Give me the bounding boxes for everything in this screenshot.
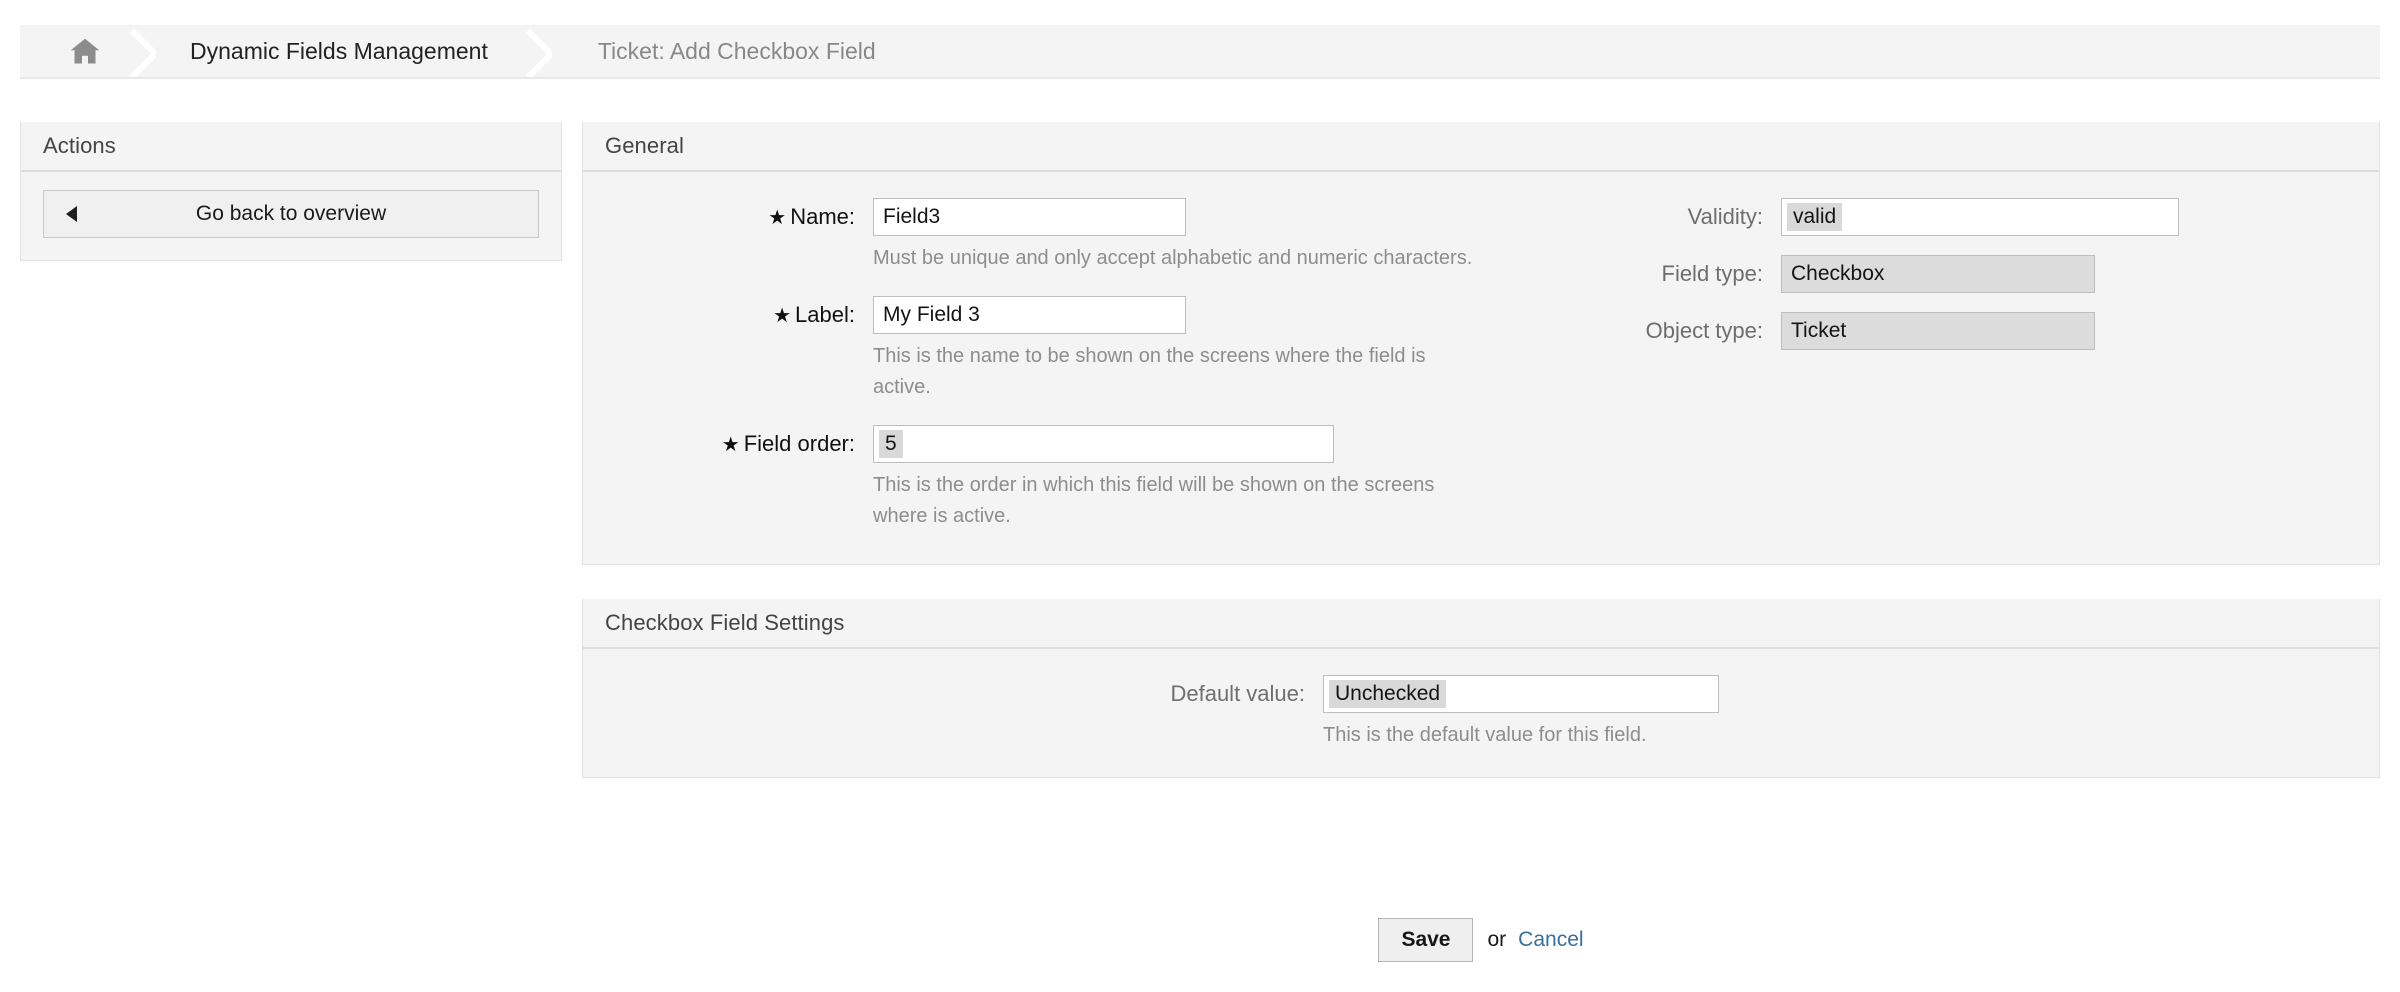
field-row-name: ★Name: Field3 Must be unique and only ac… (583, 198, 1481, 274)
object-type-label: Object type: (1481, 312, 1781, 350)
general-widget: General ★Name: Field3 Must be unique and… (582, 122, 2380, 565)
go-back-to-overview-button[interactable]: Go back to overview (43, 190, 539, 238)
field-row-validity: Validity: valid (1481, 198, 2379, 236)
required-star-icon: ★ (722, 426, 740, 464)
validity-selected-value: valid (1787, 203, 1842, 231)
general-widget-body: ★Name: Field3 Must be unique and only ac… (583, 172, 2379, 564)
main-content: General ★Name: Field3 Must be unique and… (582, 122, 2380, 812)
checkbox-field-settings-widget: Checkbox Field Settings Default value: U… (582, 599, 2380, 778)
form-footer: Save or Cancel (582, 918, 2380, 962)
checkbox-settings-body: Default value: Unchecked This is the def… (583, 649, 2379, 777)
breadcrumb-label: Dynamic Fields Management (190, 38, 488, 65)
label-label-text: Label: (795, 302, 855, 327)
required-star-icon: ★ (768, 199, 786, 237)
label-label: ★Label: (583, 296, 873, 335)
breadcrumb-separator-1 (118, 25, 156, 77)
home-icon (70, 37, 100, 65)
default-value-explanation: This is the default value for this field… (1323, 720, 1923, 751)
actions-widget-header: Actions (21, 122, 561, 172)
breadcrumb-item-current: Ticket: Add Checkbox Field (552, 25, 902, 77)
checkbox-settings-header: Checkbox Field Settings (583, 599, 2379, 649)
field-row-field-type: Field type: Checkbox (1481, 255, 2379, 293)
field-order-label-text: Field order: (744, 431, 855, 456)
field-row-default-value: Default value: Unchecked This is the def… (583, 675, 2379, 751)
cancel-link[interactable]: Cancel (1518, 928, 1583, 952)
field-type-input: Checkbox (1781, 255, 2095, 293)
general-right-column: Validity: valid Field type: (1481, 198, 2379, 369)
go-back-to-overview-label: Go back to overview (196, 202, 386, 225)
checkbox-settings-title: Checkbox Field Settings (605, 610, 845, 636)
save-button[interactable]: Save (1378, 918, 1473, 962)
breadcrumb: Dynamic Fields Management Ticket: Add Ch… (20, 25, 2380, 79)
breadcrumb-separator-2 (514, 25, 552, 77)
name-label: ★Name: (583, 198, 873, 237)
breadcrumb-label-current: Ticket: Add Checkbox Field (598, 38, 876, 65)
caret-left-icon (66, 206, 77, 222)
validity-select[interactable]: valid (1781, 198, 2179, 236)
breadcrumb-item-dynamic-fields-management[interactable]: Dynamic Fields Management (156, 25, 514, 77)
sidebar: Actions Go back to overview (20, 122, 562, 295)
label-input[interactable]: My Field 3 (873, 296, 1186, 334)
general-widget-header: General (583, 122, 2379, 172)
or-text: or (1487, 928, 1506, 952)
field-order-select[interactable]: 5 (873, 425, 1334, 463)
general-left-column: ★Name: Field3 Must be unique and only ac… (583, 198, 1481, 538)
field-row-object-type: Object type: Ticket (1481, 312, 2379, 350)
field-order-selected-value: 5 (879, 430, 903, 458)
field-type-label: Field type: (1481, 255, 1781, 293)
object-type-input: Ticket (1781, 312, 2095, 350)
field-order-label: ★Field order: (583, 425, 873, 464)
name-explanation: Must be unique and only accept alphabeti… (873, 243, 1473, 274)
general-title: General (605, 133, 684, 159)
name-input[interactable]: Field3 (873, 198, 1186, 236)
default-value-selected-value: Unchecked (1329, 680, 1446, 708)
actions-widget: Actions Go back to overview (20, 122, 562, 261)
label-explanation: This is the name to be shown on the scre… (873, 341, 1473, 403)
breadcrumb-home[interactable] (20, 25, 118, 77)
default-value-label: Default value: (583, 675, 1323, 713)
field-order-explanation: This is the order in which this field wi… (873, 470, 1473, 532)
actions-widget-body: Go back to overview (21, 172, 561, 260)
actions-title: Actions (43, 133, 116, 159)
name-label-text: Name: (790, 204, 855, 229)
validity-label: Validity: (1481, 198, 1781, 236)
default-value-select[interactable]: Unchecked (1323, 675, 1719, 713)
field-row-label: ★Label: My Field 3 This is the name to b… (583, 296, 1481, 403)
required-star-icon: ★ (773, 297, 791, 335)
field-row-field-order: ★Field order: 5 This is the order in whi… (583, 425, 1481, 532)
